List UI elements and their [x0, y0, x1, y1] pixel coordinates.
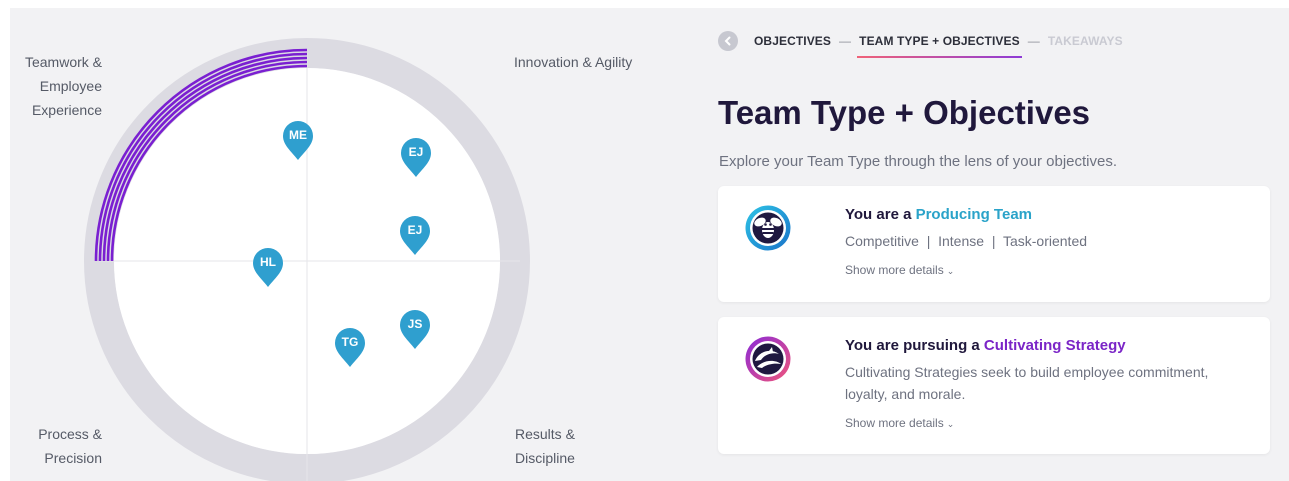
show-more-label: Show more details — [845, 263, 944, 277]
back-button[interactable] — [718, 31, 738, 51]
step-separator: — — [839, 34, 852, 48]
member-initials: EJ — [407, 223, 423, 237]
member-initials: HL — [260, 255, 276, 269]
team-type-card: You are a Producing Team Competitive | I… — [718, 186, 1270, 302]
strategy-card: You are pursuing a Cultivating Strategy … — [718, 317, 1270, 454]
member-initials: ME — [289, 128, 307, 142]
card-heading-prefix: You are a — [845, 206, 916, 223]
member-pin[interactable]: TG — [334, 328, 366, 368]
team-type-name: Producing Team — [915, 206, 1032, 223]
quadrant-label-line: Process & — [38, 426, 102, 442]
card-description: Cultivating Strategies seek to build emp… — [845, 364, 1209, 402]
card-description: Competitive | Intense | Task-oriented — [845, 233, 1088, 249]
show-more-details-link[interactable]: Show more details ⌄ — [845, 416, 954, 430]
page-subtitle: Explore your Team Type through the lens … — [719, 153, 1118, 170]
quadrant-label-line: Teamwork & — [24, 54, 102, 70]
quadrant-label-line: Precision — [44, 450, 102, 466]
member-pin[interactable]: ME — [282, 121, 314, 161]
quadrant-chart — [84, 38, 530, 481]
quadrant-label-bottom-left: Process & Precision — [10, 422, 102, 470]
chevron-down-icon: ⌄ — [946, 419, 955, 429]
quadrant-label-line: Employee — [39, 78, 102, 94]
dolphins-icon — [745, 336, 791, 382]
quadrant-label-line: Experience — [31, 102, 102, 118]
step-takeaways: TAKEAWAYS — [1047, 34, 1123, 48]
show-more-label: Show more details — [845, 416, 944, 430]
step-separator: — — [1027, 34, 1040, 48]
progress-stepper: OBJECTIVES — TEAM TYPE + OBJECTIVES — TA… — [718, 31, 1123, 58]
card-heading: You are a Producing Team — [845, 206, 1032, 223]
quadrant-label-top-left: Teamwork & Employee Experience — [10, 50, 102, 122]
team-type-screen: Teamwork & Employee Experience Innovatio… — [10, 8, 1289, 481]
member-initials: JS — [407, 317, 423, 331]
member-pin[interactable]: EJ — [399, 216, 431, 256]
step-objectives[interactable]: OBJECTIVES — [754, 34, 831, 48]
chevron-down-icon: ⌄ — [946, 266, 955, 276]
quadrant-label-line: Results & — [515, 426, 575, 442]
card-heading-prefix: You are pursuing a — [845, 337, 984, 354]
quadrant-label-bottom-right: Results & Discipline — [515, 422, 575, 470]
card-heading: You are pursuing a Cultivating Strategy — [845, 337, 1126, 354]
page-title: Team Type + Objectives — [718, 94, 1091, 131]
member-pin[interactable]: JS — [399, 310, 431, 350]
bee-icon — [745, 205, 791, 251]
strategy-name: Cultivating Strategy — [983, 337, 1126, 354]
chevron-left-icon — [724, 36, 731, 46]
show-more-details-link[interactable]: Show more details ⌄ — [845, 263, 954, 277]
step-team-type-objectives[interactable]: TEAM TYPE + OBJECTIVES — [857, 34, 1022, 58]
quadrant-label-line: Discipline — [515, 450, 575, 466]
member-pin[interactable]: HL — [252, 248, 284, 288]
member-pin[interactable]: EJ — [400, 138, 432, 178]
member-initials: TG — [341, 335, 359, 349]
member-initials: EJ — [408, 145, 424, 159]
quadrant-label-top-right: Innovation & Agility — [514, 54, 633, 70]
